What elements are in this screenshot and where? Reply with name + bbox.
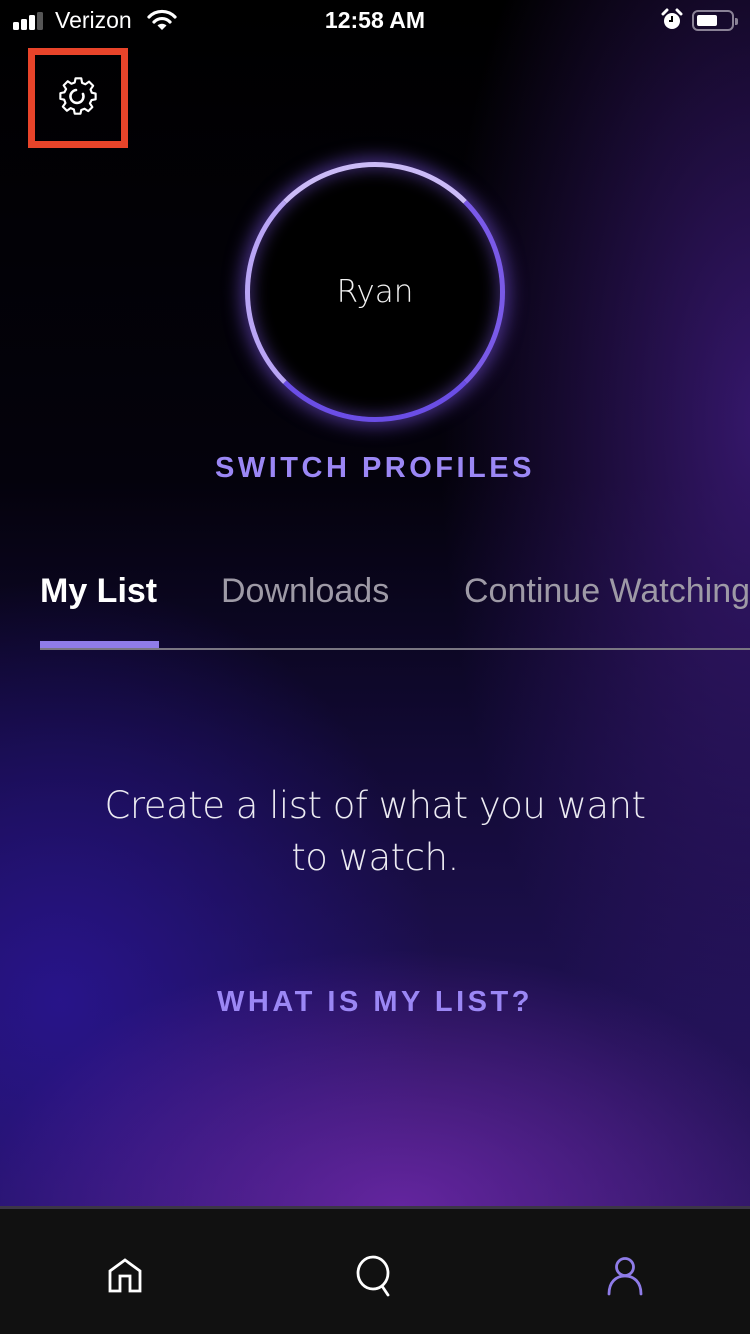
empty-list-message: Create a list of what you want to watch. <box>104 784 646 879</box>
gear-icon <box>55 73 101 124</box>
search-icon <box>355 1255 395 1302</box>
settings-button[interactable] <box>28 48 128 148</box>
profile-avatar[interactable]: Ryan <box>245 162 505 422</box>
profile-icon <box>606 1256 644 1301</box>
battery-icon <box>692 10 738 31</box>
nav-profile[interactable] <box>600 1253 650 1303</box>
what-is-my-list-link[interactable]: WHAT IS MY LIST? <box>0 986 750 1019</box>
tab-continue-watching[interactable]: Continue Watching <box>464 572 750 611</box>
tab-bar: My List Downloads Continue Watching <box>40 572 750 650</box>
nav-home[interactable] <box>100 1253 150 1303</box>
tab-downloads[interactable]: Downloads <box>221 572 389 611</box>
bottom-navigation <box>0 1206 750 1334</box>
tab-divider <box>40 648 750 650</box>
home-icon <box>106 1257 144 1300</box>
alarm-icon <box>660 8 684 37</box>
clock: 12:58 AM <box>324 7 426 33</box>
nav-search[interactable] <box>350 1253 400 1303</box>
status-bar: Verizon 12:58 AM <box>0 0 750 40</box>
tab-my-list[interactable]: My List <box>40 572 157 611</box>
profile-name: Ryan <box>336 274 414 310</box>
active-tab-indicator <box>40 641 159 648</box>
switch-profiles-button[interactable]: SWITCH PROFILES <box>0 452 750 485</box>
